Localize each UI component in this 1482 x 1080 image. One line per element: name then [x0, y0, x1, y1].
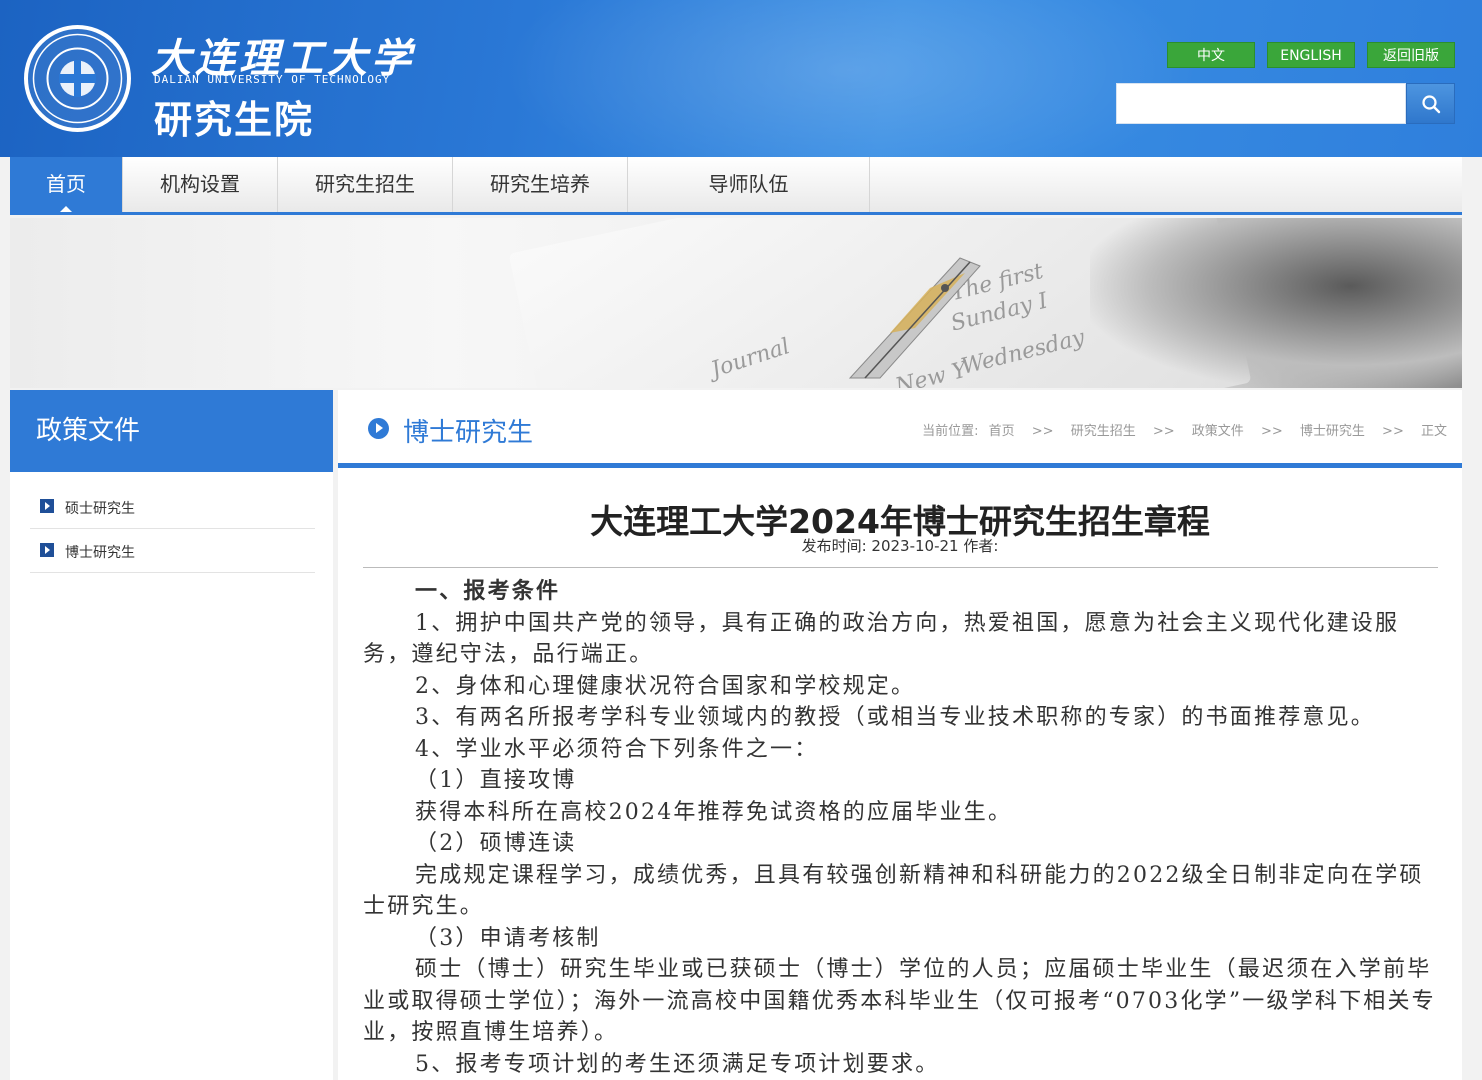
arrow-bullet-icon: [40, 499, 54, 513]
article-paragraph: 5、报考专项计划的考生还须满足专项计划要求。: [415, 1051, 940, 1077]
breadcrumb-link-admissions[interactable]: 研究生招生: [1071, 424, 1136, 439]
english-language-button[interactable]: ENGLISH: [1267, 42, 1355, 68]
breadcrumb-separator: >>: [1382, 424, 1404, 439]
article-paragraph: （1）直接攻博: [415, 768, 577, 793]
nav-item-admissions[interactable]: 研究生招生: [278, 157, 453, 212]
nav-item-organization[interactable]: 机构设置: [123, 157, 278, 212]
article-heading: 一、报考条件: [415, 578, 561, 604]
breadcrumb-label: 当前位置:: [922, 424, 979, 439]
sidebar-item-label: 博士研究生: [65, 545, 135, 561]
sidebar-item-doctoral[interactable]: 博士研究生: [30, 529, 315, 573]
breadcrumb: 当前位置: 首页 >> 研究生招生 >> 政策文件 >> 博士研究生 >> 正文: [919, 420, 1450, 439]
search-icon: [1422, 95, 1441, 114]
divider: [363, 567, 1438, 568]
sidebar-title: 政策文件: [10, 390, 333, 472]
breadcrumb-link-policy[interactable]: 政策文件: [1192, 424, 1244, 439]
breadcrumb-separator: >>: [1031, 424, 1054, 439]
nav-item-training[interactable]: 研究生培养: [453, 157, 628, 212]
arrow-bullet-icon: [40, 543, 54, 557]
article-paragraph: 4、学业水平必须符合下列条件之一：: [415, 736, 819, 762]
article-paragraph: （2）硕博连读: [415, 831, 577, 856]
breadcrumb-separator: >>: [1260, 424, 1283, 439]
university-seal-logo[interactable]: [24, 25, 131, 132]
main-content: 博士研究生 当前位置: 首页 >> 研究生招生 >> 政策文件 >> 博士研究生…: [338, 390, 1462, 1080]
chinese-language-button[interactable]: 中文: [1167, 42, 1255, 68]
nav-item-supervisors[interactable]: 导师队伍: [628, 157, 870, 212]
sidebar-item-label: 硕士研究生: [65, 501, 135, 517]
article-paragraph: 获得本科所在高校2024年推荐免试资格的应届毕业生。: [415, 799, 1013, 825]
sidebar: 硕士研究生 博士研究生: [10, 472, 333, 1080]
nav-item-home[interactable]: 首页: [10, 157, 123, 212]
university-name-en: DALIAN UNIVERSITY OF TECHNOLOGY: [154, 73, 391, 86]
article-paragraph: （3）申请考核制: [415, 925, 601, 951]
content-header: 博士研究生 当前位置: 首页 >> 研究生招生 >> 政策文件 >> 博士研究生…: [338, 390, 1462, 468]
article-paragraph: 3、有两名所报考学科专业领域内的教授（或相当专业技术职称的专家）的书面推荐意见。: [415, 705, 1375, 730]
article-paragraph: 硕士（博士）研究生毕业或已获硕士（博士）学位的人员；应届硕士毕业生（最迟须在入学…: [363, 957, 1436, 1045]
banner-hand-shadow: [1090, 218, 1462, 388]
seal-emblem-icon: [32, 33, 123, 124]
search-input[interactable]: [1116, 83, 1406, 124]
article-paragraph: 1、拥护中国共产党的领导，具有正确的政治方向，热爱祖国，愿意为社会主义现代化建设…: [363, 610, 1400, 668]
article-paragraph: 2、身体和心理健康状况符合国家和学校规定。: [415, 673, 916, 699]
main-navigation: 首页 机构设置 研究生招生 研究生培养 导师队伍: [10, 157, 1462, 215]
old-version-button[interactable]: 返回旧版: [1367, 42, 1455, 68]
play-circle-icon: [368, 418, 389, 439]
graduate-school-name: 研究生院: [154, 98, 315, 142]
banner-image: The first Sunday I Journal Wednesday New…: [10, 218, 1462, 388]
breadcrumb-current: 正文: [1420, 424, 1447, 439]
article-paragraph: 完成规定课程学习，成绩优秀，且具有较强创新精神和科研能力的2022级全日制非定向…: [363, 862, 1424, 920]
site-header: 大连理工大学 DALIAN UNIVERSITY OF TECHNOLOGY 研…: [0, 0, 1482, 157]
article-body: 一、报考条件 1、拥护中国共产党的领导，具有正确的政治方向，热爱祖国，愿意为社会…: [363, 576, 1438, 1080]
breadcrumb-separator: >>: [1152, 424, 1175, 439]
breadcrumb-link-home[interactable]: 首页: [989, 424, 1015, 439]
breadcrumb-link-doctoral[interactable]: 博士研究生: [1300, 424, 1365, 439]
article-meta: 发布时间: 2023-10-21 作者:: [801, 537, 999, 555]
section-title: 博士研究生: [403, 418, 534, 448]
sidebar-item-masters[interactable]: 硕士研究生: [30, 485, 315, 529]
search-button[interactable]: [1406, 83, 1455, 124]
fountain-pen-icon: [848, 257, 981, 379]
